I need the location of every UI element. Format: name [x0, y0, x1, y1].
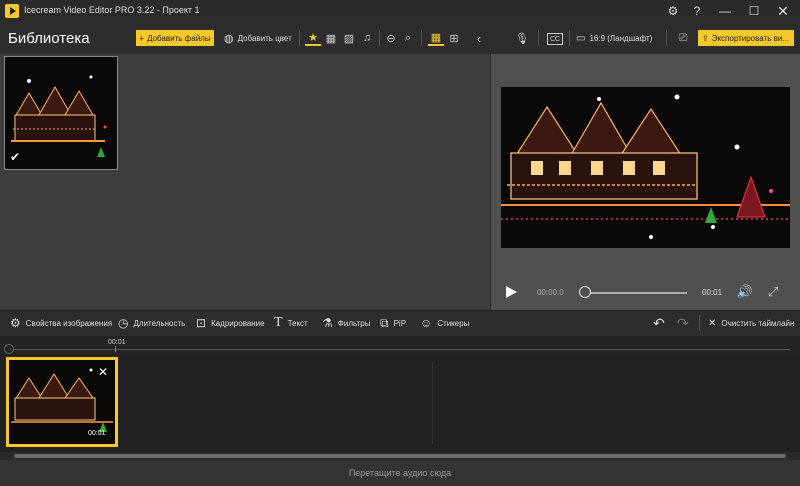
palette-icon: ◍	[224, 32, 234, 45]
volume-icon[interactable]: 🔊	[737, 284, 753, 300]
filters-label: Фильтры	[337, 318, 371, 328]
timeline-scrollbar-thumb[interactable]	[14, 454, 786, 458]
add-color-label: Добавить цвет	[237, 33, 292, 43]
sticker-smiley-icon: ☺	[420, 316, 433, 330]
checkmark-icon: ✔	[10, 150, 21, 164]
undo-icon[interactable]: ↶	[653, 315, 665, 331]
toolbar-divider	[666, 30, 667, 46]
gear-icon: ⚙	[10, 316, 21, 330]
clip-remove-icon[interactable]: ✕	[98, 365, 108, 379]
close-button[interactable]: ✕	[770, 0, 796, 22]
library-media-thumbnail[interactable]	[4, 56, 118, 170]
duration-button[interactable]: ◷ Длительность	[118, 316, 185, 330]
seek-handle[interactable]	[579, 286, 591, 298]
playhead-start-marker[interactable]	[4, 344, 14, 354]
toolbar-divider	[421, 30, 422, 46]
text-icon: T	[274, 315, 283, 330]
microphone-icon[interactable]: 🎙	[514, 30, 530, 46]
ruler-time-label: 00:01	[108, 339, 126, 346]
text-label: Текст	[287, 318, 308, 328]
pip-icon: ⧉	[380, 315, 389, 330]
pip-label: PiP	[393, 318, 407, 328]
subtitles-icon[interactable]: CC	[547, 33, 563, 45]
redo-icon[interactable]: ↷	[677, 315, 689, 331]
toolbar-divider	[699, 315, 700, 331]
play-icon[interactable]	[505, 286, 517, 298]
collapse-icon[interactable]: ‹	[471, 30, 487, 46]
track-divider	[432, 362, 433, 444]
crop-button[interactable]: ⊡ Кадрирование	[196, 316, 265, 330]
audio-drop-zone[interactable]: Перетащите аудио сюда	[0, 460, 800, 486]
toolbar-divider	[299, 30, 300, 46]
total-time: 00:01	[702, 288, 723, 297]
image-icon[interactable]: ▨	[341, 30, 357, 46]
clear-timeline-label: Очистить таймлайн	[721, 318, 795, 328]
audio-drop-hint: Перетащите аудио сюда	[348, 468, 452, 478]
export-video-button[interactable]: ⇪ Экспортировать ви...	[698, 30, 794, 46]
camera-icon[interactable]: ⎚	[675, 30, 691, 46]
video-track[interactable]	[0, 354, 800, 452]
house-lights-image	[5, 57, 117, 169]
duration-label: Длительность	[133, 318, 186, 328]
music-icon[interactable]: ♫	[359, 30, 375, 46]
minimize-button[interactable]: —	[712, 0, 738, 22]
export-icon: ⇪	[702, 33, 709, 43]
text-button[interactable]: T Текст	[274, 315, 308, 330]
image-properties-button[interactable]: ⚙ Свойства изображения	[10, 316, 112, 330]
grid-small-icon[interactable]: ⊞	[446, 30, 462, 46]
preview-video-frame	[501, 87, 790, 248]
current-time: 00:00.0	[537, 288, 564, 297]
window-title: Icecream Video Editor PRO 3.22 - Проект …	[24, 5, 200, 15]
toolbar-divider	[569, 30, 570, 46]
zoom-out-icon[interactable]: ⊖	[383, 30, 399, 46]
help-icon[interactable]: ?	[684, 0, 710, 22]
pip-button[interactable]: ⧉ PiP	[380, 316, 406, 330]
fullscreen-icon[interactable]: ⤢	[765, 284, 781, 300]
film-icon[interactable]: ▦	[323, 30, 339, 46]
aspect-ratio-icon: ▭	[576, 32, 586, 44]
add-color-button[interactable]: ◍ Добавить цвет	[224, 30, 292, 46]
library-title: Библиотека	[8, 30, 90, 47]
aspect-ratio-button[interactable]: ▭ 16:9 (Ландшафт)	[576, 30, 652, 46]
crop-icon: ⊡	[196, 316, 207, 330]
clear-timeline-button[interactable]: ✕ Очистить таймлайн	[708, 316, 794, 330]
aspect-ratio-label: 16:9 (Ландшафт)	[589, 33, 653, 43]
image-properties-label: Свойства изображения	[25, 318, 113, 328]
star-icon[interactable]: ★	[305, 30, 321, 46]
search-icon[interactable]: ⌕	[400, 30, 416, 46]
crop-label: Кадрирование	[211, 318, 265, 328]
filters-button[interactable]: ⚗ Фильтры	[322, 316, 370, 330]
close-x-icon: ✕	[708, 317, 717, 329]
ruler-line	[8, 349, 790, 350]
seek-bar[interactable]	[586, 292, 687, 294]
add-files-button[interactable]: + Добавить файлы	[136, 30, 214, 46]
ruler-tick	[115, 346, 116, 352]
filters-icon: ⚗	[322, 316, 333, 330]
clock-icon: ◷	[118, 316, 129, 330]
house-lights-image	[501, 87, 790, 248]
maximize-button[interactable]: ☐	[741, 0, 767, 22]
clip-duration: 00:01	[88, 430, 106, 437]
toolbar-divider	[379, 30, 380, 46]
app-logo-icon	[5, 4, 19, 18]
stickers-button[interactable]: ☺ Стикеры	[420, 316, 469, 330]
toolbar-divider	[538, 30, 539, 46]
export-label: Экспортировать ви...	[711, 33, 790, 43]
grid-large-icon[interactable]: ▦	[428, 30, 444, 46]
stickers-label: Стикеры	[437, 318, 470, 328]
settings-gear-icon[interactable]: ⚙	[660, 0, 686, 22]
plus-icon: +	[139, 33, 145, 43]
add-files-label: Добавить файлы	[147, 33, 211, 43]
